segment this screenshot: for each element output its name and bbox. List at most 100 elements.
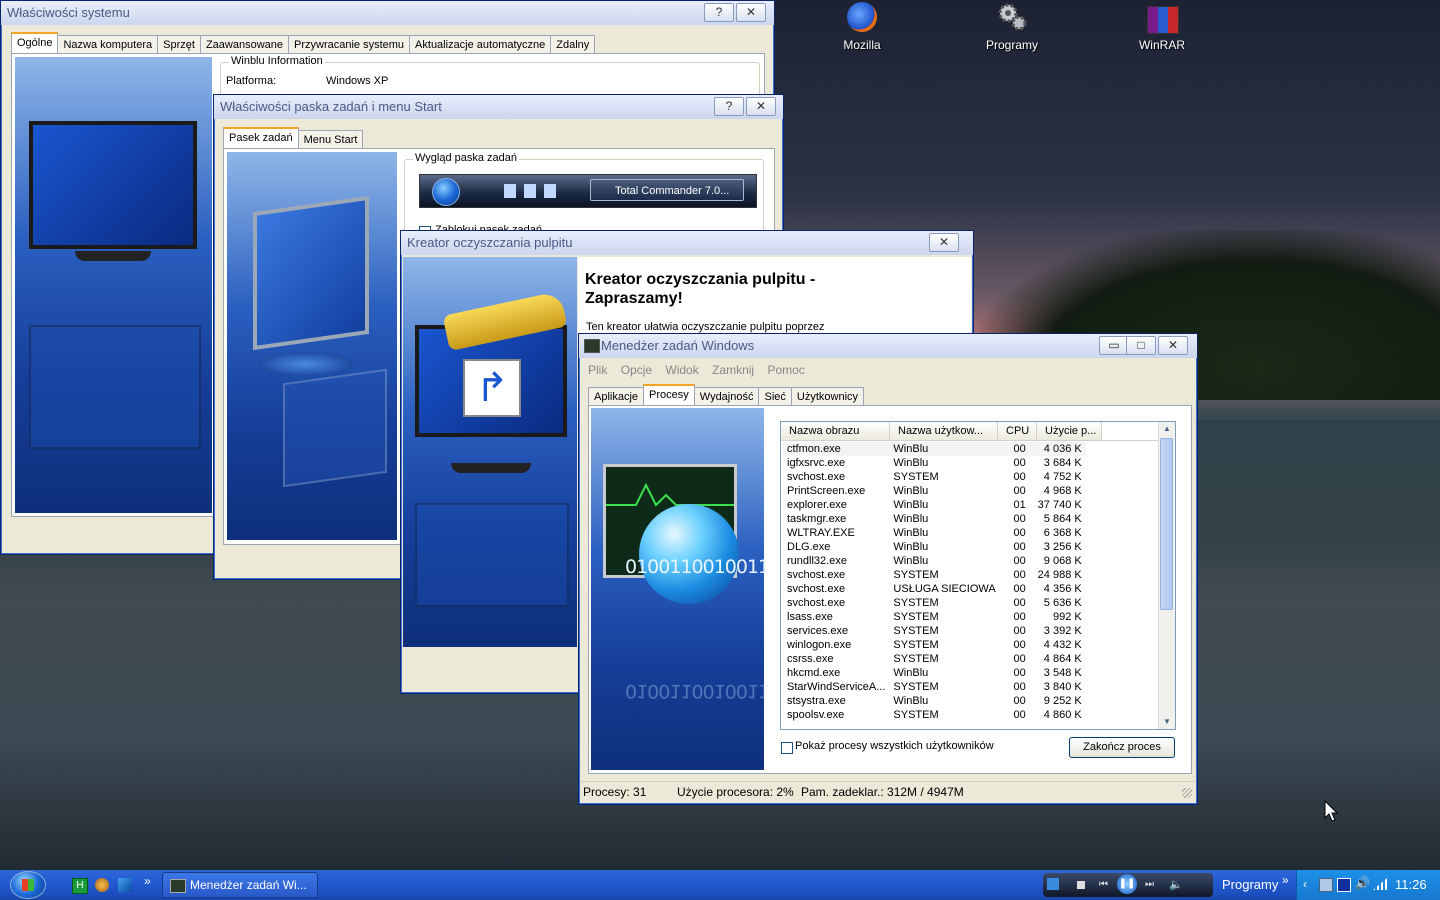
vertical-scrollbar[interactable]: ▲ ▼ — [1158, 422, 1175, 729]
process-row[interactable]: StarWindServiceA... SYSTEM 00 3 840 K — [783, 680, 1086, 694]
process-user-name: SYSTEM — [893, 611, 939, 623]
menu-file[interactable]: Plik — [588, 363, 607, 377]
process-row[interactable]: igfxsrvc.exe WinBlu 00 3 684 K — [783, 456, 1086, 470]
globe-icon — [639, 504, 739, 604]
process-row[interactable]: svchost.exe SYSTEM 00 5 636 K — [783, 596, 1086, 610]
task-manager-menubar: Plik Opcje Widok Zamknij Pomoc — [588, 361, 815, 379]
desktop-icon-programy[interactable]: Programy — [967, 0, 1057, 56]
quicklaunch-chevron[interactable]: » — [144, 874, 151, 888]
column-cpu[interactable]: CPU — [998, 422, 1037, 440]
next-icon[interactable]: ⏭ — [1145, 879, 1154, 890]
close-button[interactable]: ✕ — [1158, 336, 1188, 355]
process-row[interactable]: taskmgr.exe WinBlu 00 5 864 K — [783, 512, 1086, 526]
task-manager-window[interactable]: Menedżer zadań Windows ▭ □ ✕ Plik Opcje … — [578, 333, 1198, 805]
status-cpu: Użycie procesora: 2% — [677, 785, 794, 799]
menu-help[interactable]: Pomoc — [767, 363, 804, 377]
close-button[interactable]: ✕ — [746, 97, 776, 116]
tray-signal-icon[interactable] — [1373, 878, 1387, 890]
cleanup-wizard-titlebar[interactable]: Kreator oczyszczania pulpitu ✕ — [401, 231, 973, 255]
column-image-name[interactable]: Nazwa obrazu — [781, 422, 890, 440]
process-image-name: svchost.exe — [787, 569, 846, 581]
column-user-name[interactable]: Nazwa użytkow... — [890, 422, 998, 440]
mini-player-icon[interactable] — [1047, 878, 1059, 890]
task-manager-titlebar[interactable]: Menedżer zadań Windows ▭ □ ✕ — [579, 334, 1197, 358]
column-mem-usage[interactable]: Użycie p... — [1037, 422, 1102, 440]
monitor-reflection — [29, 325, 201, 449]
tab-system-restore[interactable]: Przywracanie systemu — [288, 35, 411, 55]
quicklaunch-icons — [504, 184, 564, 198]
tab-performance[interactable]: Wydajność — [693, 387, 760, 407]
system-properties-titlebar[interactable]: Właściwości systemu ? ✕ — [1, 1, 774, 25]
desktop-icon-winrar[interactable]: WinRAR — [1117, 0, 1207, 56]
taskbar-properties-titlebar[interactable]: Właściwości paska zadań i menu Start ? ✕ — [214, 95, 783, 119]
window-title: Właściwości systemu — [7, 5, 130, 20]
quicklaunch-green-icon[interactable]: H — [72, 878, 88, 894]
process-cpu: 00 — [1013, 443, 1026, 455]
menu-options[interactable]: Opcje — [621, 363, 652, 377]
tab-advanced[interactable]: Zaawansowane — [199, 35, 289, 55]
tab-users[interactable]: Użytkownicy — [790, 387, 865, 407]
play-pause-icon[interactable]: ❚❚ — [1117, 874, 1137, 894]
tray-chevron[interactable]: » — [1282, 873, 1289, 887]
clock[interactable]: 11:26 — [1395, 877, 1427, 892]
tray-expand-arrow-icon[interactable]: ‹ — [1303, 877, 1307, 891]
close-button[interactable]: ✕ — [929, 233, 959, 252]
media-player-toolbar[interactable]: ⏮ ❚❚ ⏭ 🔈 — [1043, 873, 1213, 897]
process-list[interactable]: Nazwa obrazu Nazwa użytkow... CPU Użycie… — [780, 421, 1176, 730]
process-row[interactable]: services.exe SYSTEM 00 3 392 K — [783, 624, 1086, 638]
tab-network[interactable]: Sieć — [758, 387, 792, 407]
process-mem-usage: 9 252 K — [1043, 695, 1082, 707]
taskbar-task-task-manager[interactable]: Menedżer zadań Wi... — [162, 872, 318, 898]
process-image-name: PrintScreen.exe — [787, 485, 866, 497]
help-button[interactable]: ? — [714, 97, 744, 116]
tab-remote[interactable]: Zdalny — [550, 35, 596, 55]
process-row[interactable]: lsass.exe SYSTEM 00 992 K — [783, 610, 1086, 624]
process-user-name: WinBlu — [893, 555, 929, 567]
process-row[interactable]: csrss.exe SYSTEM 00 4 864 K — [783, 652, 1086, 666]
close-button[interactable]: ✕ — [736, 3, 766, 22]
tab-hardware[interactable]: Sprzęt — [157, 35, 201, 55]
process-row[interactable]: ctfmon.exe WinBlu 00 4 036 K — [783, 442, 1086, 456]
tray-display-icon[interactable] — [1337, 878, 1351, 892]
desktop-icon-mozilla[interactable]: Mozilla — [817, 0, 907, 56]
process-row[interactable]: spoolsv.exe SYSTEM 00 4 860 K — [783, 708, 1086, 722]
process-row[interactable]: DLG.exe WinBlu 00 3 256 K — [783, 540, 1086, 554]
process-row[interactable]: PrintScreen.exe WinBlu 00 4 968 K — [783, 484, 1086, 498]
quicklaunch-browser-icon[interactable] — [95, 878, 109, 892]
process-row[interactable]: winlogon.exe SYSTEM 00 4 432 K — [783, 638, 1086, 652]
quicklaunch-media-icon[interactable] — [118, 878, 132, 892]
maximize-button[interactable]: □ — [1126, 336, 1156, 355]
taskbar-artwork — [227, 152, 397, 540]
tab-automatic-updates[interactable]: Aktualizacje automatyczne — [409, 35, 552, 55]
scrollbar-thumb[interactable] — [1160, 438, 1173, 610]
process-row[interactable]: svchost.exe SYSTEM 00 24 988 K — [783, 568, 1086, 582]
start-button[interactable] — [10, 871, 46, 899]
process-row[interactable]: WLTRAY.EXE WinBlu 00 6 368 K — [783, 526, 1086, 540]
tab-applications[interactable]: Aplikacje — [588, 387, 645, 407]
menu-close[interactable]: Zamknij — [712, 363, 754, 377]
volume-icon[interactable]: 🔈 — [1169, 878, 1183, 891]
scroll-down-arrow-icon[interactable]: ▼ — [1159, 715, 1175, 729]
tray-network-icon[interactable] — [1319, 878, 1333, 892]
tray-toolbar-label[interactable]: Programy — [1222, 877, 1278, 892]
desktop-icon-label: Programy — [985, 38, 1038, 52]
menu-view[interactable]: Widok — [665, 363, 698, 377]
tab-computer-name[interactable]: Nazwa komputera — [57, 35, 159, 55]
process-row[interactable]: hkcmd.exe WinBlu 00 3 548 K — [783, 666, 1086, 680]
process-row[interactable]: svchost.exe SYSTEM 00 4 752 K — [783, 470, 1086, 484]
end-process-button[interactable]: Zakończ proces — [1069, 737, 1175, 758]
minimize-button[interactable]: ▭ — [1099, 336, 1129, 355]
process-row[interactable]: explorer.exe WinBlu 01 37 740 K — [783, 498, 1086, 512]
resize-grip-icon[interactable] — [1182, 788, 1192, 798]
show-all-processes-checkbox[interactable] — [781, 742, 793, 754]
process-row[interactable]: stsystra.exe WinBlu 00 9 252 K — [783, 694, 1086, 708]
process-row[interactable]: rundll32.exe WinBlu 00 9 068 K — [783, 554, 1086, 568]
process-mem-usage: 4 968 K — [1043, 485, 1082, 497]
scroll-up-arrow-icon[interactable]: ▲ — [1159, 422, 1175, 436]
help-button[interactable]: ? — [704, 3, 734, 22]
tray-volume-icon[interactable]: 🔊 — [1355, 876, 1370, 890]
stop-icon[interactable] — [1077, 881, 1085, 889]
previous-icon[interactable]: ⏮ — [1099, 879, 1108, 890]
tab-start-menu[interactable]: Menu Start — [297, 130, 364, 150]
process-row[interactable]: svchost.exe USŁUGA SIECIOWA 00 4 356 K — [783, 582, 1086, 596]
